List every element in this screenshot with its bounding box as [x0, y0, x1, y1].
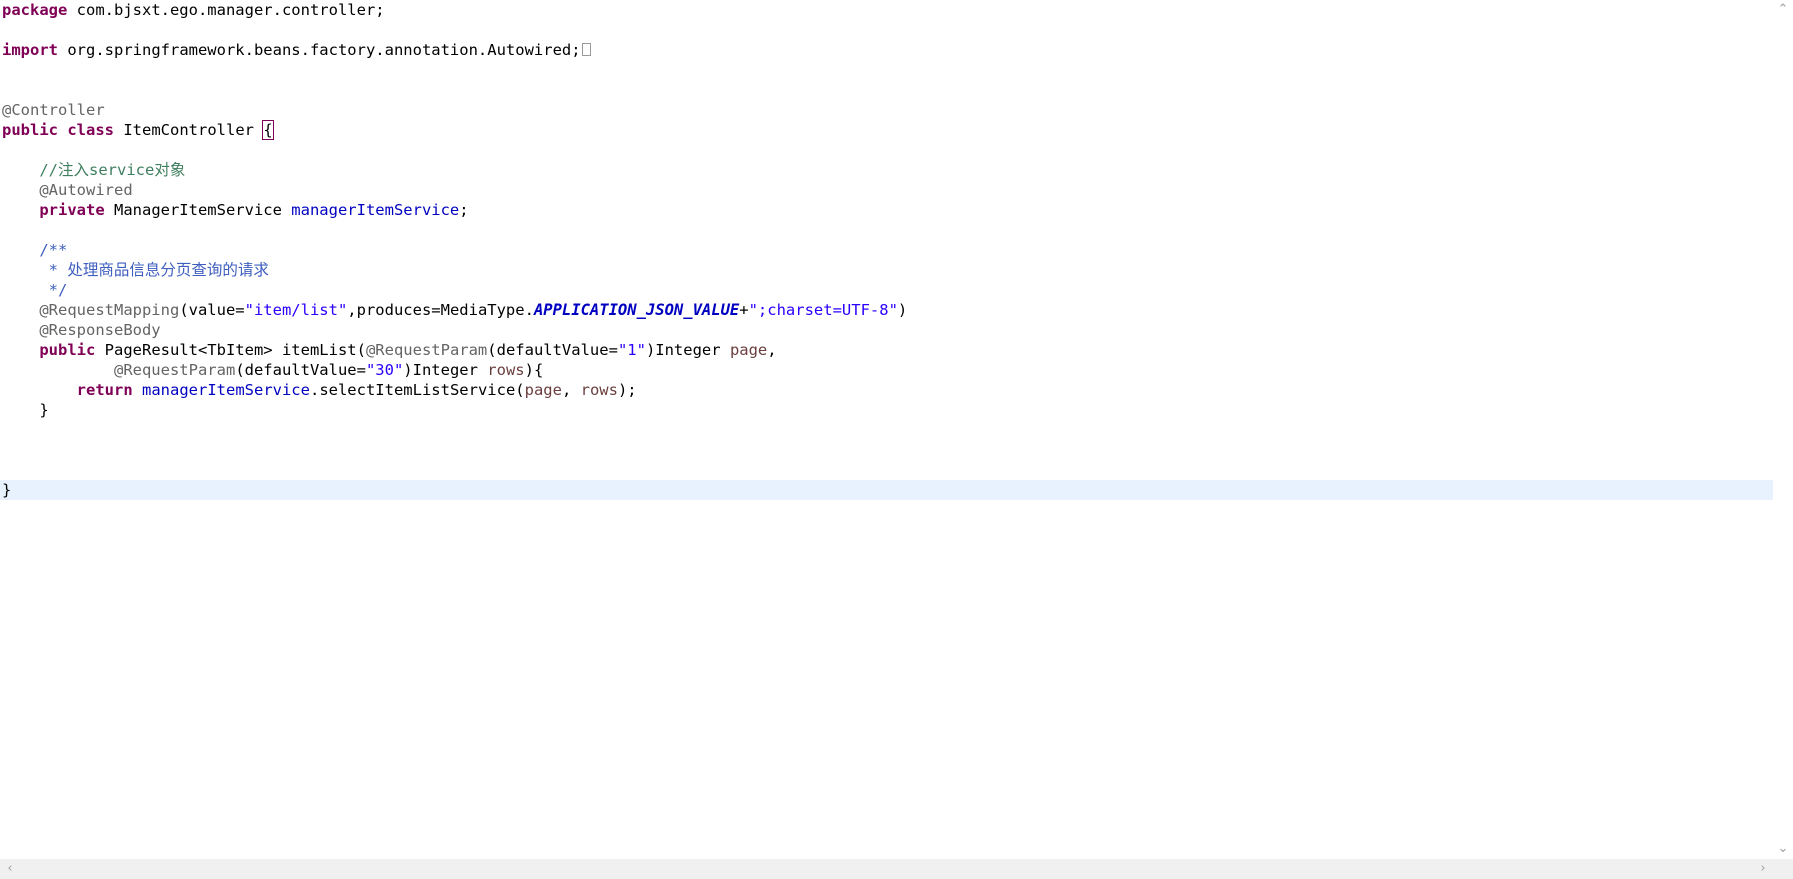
code-text: (defaultValue= — [235, 361, 366, 379]
string-literal: "1" — [617, 341, 646, 359]
code-line-return[interactable]: return managerItemService.selectItemList… — [2, 380, 637, 400]
javadoc: /** — [39, 241, 68, 259]
field-name: managerItemService — [142, 381, 310, 399]
code-line-method-decl[interactable]: public PageResult<TbItem> itemList(@Requ… — [2, 340, 777, 360]
scroll-up-icon[interactable]: ⌃ — [1773, 0, 1793, 20]
annotation: @Controller — [2, 101, 105, 119]
horizontal-scrollbar[interactable]: ‹ › — [0, 859, 1793, 879]
parameter: page — [524, 381, 562, 399]
code-text: ,produces=MediaType. — [347, 301, 534, 319]
code-text: ; — [459, 201, 469, 219]
parameter: rows — [580, 381, 618, 399]
annotation: @RequestParam — [365, 341, 488, 359]
comment: //注入service对象 — [39, 161, 186, 179]
code-line-javadoc[interactable]: * 处理商品信息分页查询的请求 — [2, 260, 269, 280]
code-line-annotation[interactable]: @Controller — [2, 100, 105, 120]
code-line-comment[interactable]: //注入service对象 — [2, 160, 185, 180]
code-text: .selectItemListService( — [309, 381, 525, 399]
keyword: public — [2, 121, 58, 139]
keyword: import — [2, 41, 58, 59]
code-line-javadoc[interactable]: */ — [2, 280, 68, 300]
code-line-class-decl[interactable]: public class ItemController { — [2, 120, 274, 140]
static-constant: APPLICATION_JSON_VALUE — [533, 301, 740, 319]
code-text: )Integer — [403, 361, 488, 379]
annotation: @Autowired — [39, 181, 133, 199]
scroll-down-icon[interactable]: ⌄ — [1773, 839, 1793, 859]
code-line-annotation[interactable]: @Autowired — [2, 180, 133, 200]
string-literal: "30" — [365, 361, 404, 379]
annotation: @ResponseBody — [39, 321, 161, 339]
code-text: (value= — [179, 301, 245, 319]
keyword: public — [39, 341, 96, 359]
code-text: PageResult<TbItem> itemList( — [95, 341, 366, 359]
annotation: @RequestMapping — [39, 301, 180, 319]
scroll-left-icon[interactable]: ‹ — [0, 859, 20, 879]
scrollbar-corner — [1773, 859, 1793, 879]
javadoc: * 处理商品信息分页查询的请求 — [48, 261, 269, 279]
code-line-field[interactable]: private ManagerItemService managerItemSe… — [2, 200, 469, 220]
code-line-close-method[interactable]: } — [2, 400, 49, 420]
code-text: ManagerItemService — [104, 201, 292, 219]
scroll-right-icon[interactable]: › — [1753, 859, 1773, 879]
annotation: @RequestParam — [113, 361, 236, 379]
code-text: )Integer — [645, 341, 730, 359]
code-line-method-param[interactable]: @RequestParam(defaultValue="30")Integer … — [2, 360, 543, 380]
code-line-import[interactable]: import org.springframework.beans.factory… — [2, 40, 591, 60]
folded-imports-marker[interactable] — [581, 43, 591, 56]
keyword: return — [76, 381, 133, 399]
keyword: package — [2, 1, 68, 19]
code-text: ) — [897, 301, 908, 319]
code-text: (defaultValue= — [487, 341, 618, 359]
code-text: ){ — [524, 361, 544, 379]
code-text: ); — [617, 381, 637, 399]
string-literal: "item/list" — [244, 301, 348, 319]
keyword: class — [67, 121, 115, 139]
code-line-javadoc[interactable]: /** — [2, 240, 67, 260]
parameter: rows — [487, 361, 525, 379]
parameter: page — [729, 341, 768, 359]
code-text: ItemController — [114, 121, 264, 139]
code-text: } — [2, 401, 49, 419]
code-line-annotation[interactable]: @ResponseBody — [2, 320, 161, 340]
code-text: , — [767, 341, 777, 359]
keyword: private — [39, 201, 105, 219]
code-editor[interactable]: package com.bjsxt.ego.manager.controller… — [0, 0, 1773, 859]
code-line-request-mapping[interactable]: @RequestMapping(value="item/list",produc… — [2, 300, 907, 320]
vertical-scrollbar[interactable]: ⌃ ⌄ — [1773, 0, 1793, 859]
matching-brace: { — [262, 120, 274, 140]
current-line-highlight — [0, 480, 1773, 500]
code-text: } — [2, 481, 12, 499]
code-line-package[interactable]: package com.bjsxt.ego.manager.controller… — [2, 0, 385, 20]
code-text: com.bjsxt.ego.manager.controller; — [67, 1, 385, 19]
javadoc: */ — [48, 281, 68, 299]
field-name: managerItemService — [291, 201, 460, 219]
string-literal: ";charset=UTF-8" — [748, 301, 898, 319]
code-text: org.springframework.beans.factory.annota… — [58, 41, 581, 59]
code-line-close-class[interactable]: } — [2, 480, 11, 500]
code-text: + — [739, 301, 749, 319]
code-text: , — [561, 381, 581, 399]
